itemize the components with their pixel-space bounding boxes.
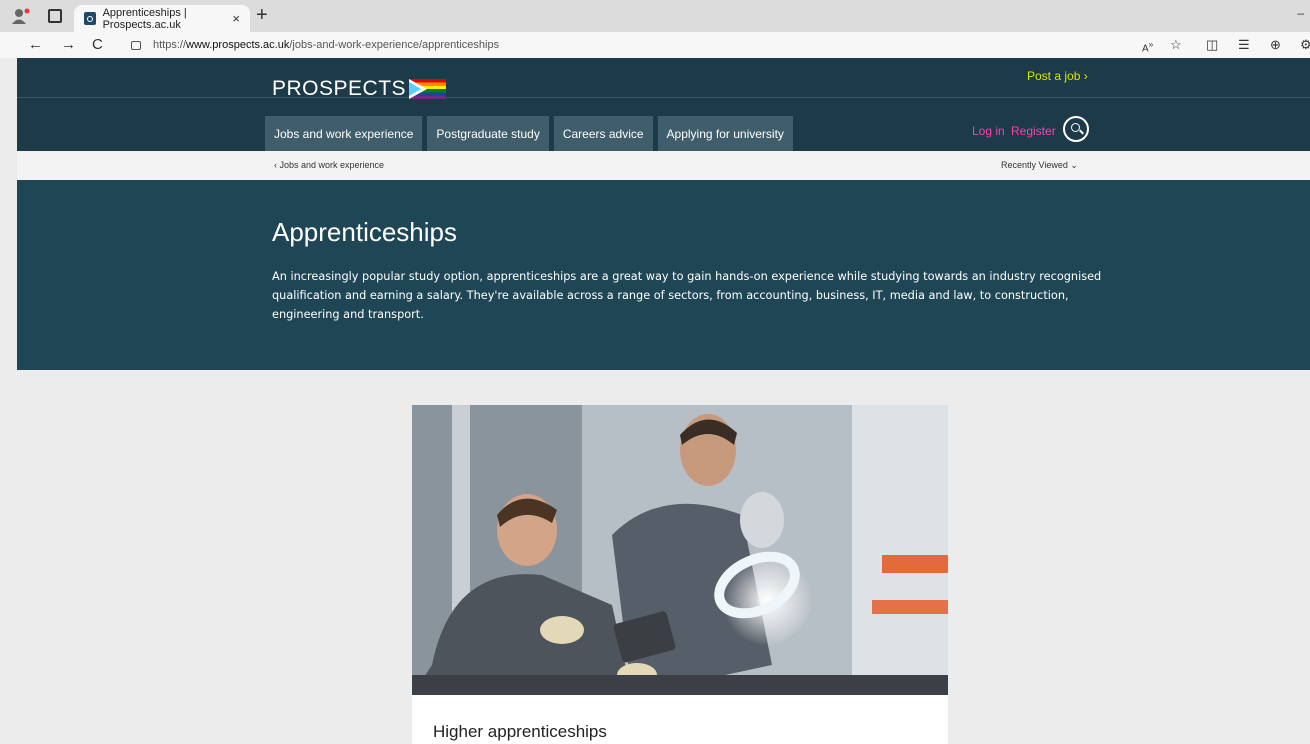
higher-apprenticeships-card[interactable]: Higher apprenticeships: [412, 405, 948, 744]
address-bar[interactable]: https:// www.prospects.ac.uk /jobs-and-w…: [116, 34, 1236, 55]
favorites-icon[interactable]: ☰: [1238, 37, 1250, 53]
minimize-button[interactable]: –: [1297, 6, 1304, 20]
tab-title: Apprenticeships | Prospects.ac.uk: [102, 6, 187, 31]
login-link[interactable]: Log in: [972, 124, 1005, 138]
favorite-star-icon[interactable]: ☆: [1170, 37, 1182, 53]
hero-banner: Apprenticeships An increasingly popular …: [17, 180, 1310, 370]
collections-icon[interactable]: ⊕: [1270, 37, 1281, 53]
extensions-icon[interactable]: ⚙: [1300, 37, 1310, 53]
back-arrow-icon[interactable]: ←: [28, 36, 43, 53]
tab-actions-icon[interactable]: [48, 9, 62, 23]
split-screen-icon[interactable]: ◫: [1206, 37, 1218, 53]
page-intro: An increasingly popular study option, ap…: [272, 270, 1102, 321]
breadcrumb-back-link[interactable]: ‹ Jobs and work experience: [274, 160, 384, 170]
url-domain: www.prospects.ac.uk: [186, 38, 290, 51]
prospects-logo[interactable]: PROSPECTS: [272, 77, 447, 101]
breadcrumb-bar: ‹ Jobs and work experience Recently View…: [17, 151, 1310, 180]
new-tab-button[interactable]: +: [256, 4, 268, 27]
register-link[interactable]: Register: [1011, 124, 1056, 138]
url-prefix: https://: [153, 38, 187, 51]
reload-icon[interactable]: C: [92, 36, 103, 53]
page-title: Apprenticeships: [272, 217, 457, 247]
browser-tab[interactable]: Apprenticeships | Prospects.ac.uk ×: [74, 5, 250, 32]
browser-tabstrip: Apprenticeships | Prospects.ac.uk × + –: [0, 0, 1310, 32]
nav-applying-for-university[interactable]: Applying for university: [657, 116, 793, 151]
main-nav: Jobs and work experience Postgraduate st…: [265, 116, 793, 151]
progress-pride-flag-icon: [409, 79, 447, 99]
close-tab-icon[interactable]: ×: [232, 11, 240, 26]
prospects-favicon-icon: [84, 12, 96, 25]
profile-icon[interactable]: [12, 8, 30, 24]
card-title: Higher apprenticeships: [433, 722, 607, 741]
post-a-job-link[interactable]: Post a job ›: [1027, 69, 1088, 83]
browser-toolbar: ← → C https:// www.prospects.ac.uk /jobs…: [0, 32, 1310, 58]
site-header: PROSPECTS Post a job › Jobs and work exp…: [17, 58, 1310, 151]
read-aloud-icon[interactable]: A»: [1142, 39, 1153, 54]
forward-arrow-icon[interactable]: →: [61, 36, 76, 53]
apprentices-photo: [412, 405, 948, 695]
logo-wordmark: PROSPECTS: [272, 77, 407, 100]
recently-viewed-dropdown[interactable]: Recently Viewed ⌄: [1001, 160, 1078, 171]
nav-careers-advice[interactable]: Careers advice: [553, 116, 653, 151]
header-divider: [17, 97, 1310, 98]
nav-jobs-and-work-experience[interactable]: Jobs and work experience: [265, 116, 423, 151]
url-path: /jobs-and-work-experience/apprenticeship…: [289, 38, 500, 51]
search-button[interactable]: [1063, 116, 1089, 142]
nav-postgraduate-study[interactable]: Postgraduate study: [427, 116, 549, 151]
lock-icon: [131, 41, 141, 50]
